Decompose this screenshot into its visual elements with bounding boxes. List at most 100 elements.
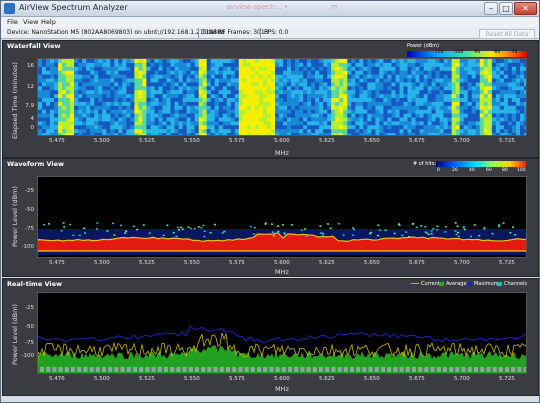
x-tick: 5.525: [139, 376, 155, 382]
maximum-trace: [38, 325, 526, 343]
x-tick: 5.550: [184, 260, 200, 266]
waterfall-cells: [38, 59, 526, 135]
legend-average-swatch: [439, 281, 444, 286]
realtime-title: Real-time View: [7, 280, 63, 288]
legend-channels: Channels: [497, 281, 527, 287]
legend-tick: 40: [469, 168, 475, 173]
background-window-text: airview-spectr... •: [226, 3, 289, 11]
waterfall-panel: Waterfall View Power (dBm) -114 -104 -94…: [2, 40, 539, 158]
x-tick: 5.700: [454, 260, 470, 266]
legend-tick: -104: [453, 50, 464, 55]
maximize-button[interactable]: □: [499, 2, 513, 15]
title-bar: AirView Spectrum Analyzer airview-spectr…: [1, 1, 539, 17]
status-divider: [198, 28, 199, 38]
device-info: Device: NanoStation M5 (802AA8069803) on…: [7, 29, 225, 36]
realtime-panel: Real-time View Current Average Maximum C…: [2, 278, 539, 396]
legend-tick: -74: [510, 50, 518, 55]
menu-bar: File View Help: [1, 17, 539, 27]
x-tick: 5.650: [364, 260, 380, 266]
total-rf-frames: Total RF Frames: 3013: [202, 29, 269, 36]
x-tick: 5.575: [229, 376, 245, 382]
x-tick: 5.700: [454, 138, 470, 144]
x-tick: 5.475: [49, 260, 65, 266]
x-tick: 5.700: [454, 376, 470, 382]
x-tick: 5.525: [139, 138, 155, 144]
y-tick: 12: [27, 84, 34, 90]
x-tick: 5.725: [499, 260, 515, 266]
y-tick: -25: [25, 305, 34, 311]
legend-current-swatch: [411, 283, 419, 284]
x-tick: 5.575: [229, 260, 245, 266]
x-tick: 5.675: [409, 260, 425, 266]
waveform-density: [38, 222, 526, 255]
waterfall-x-axis-label: MHz: [275, 149, 289, 157]
x-tick: 5.500: [94, 376, 110, 382]
close-button[interactable]: ✕: [514, 2, 537, 15]
minimize-button[interactable]: –: [484, 2, 498, 15]
x-tick: 5.500: [94, 260, 110, 266]
x-tick: 5.725: [499, 376, 515, 382]
realtime-plot[interactable]: [37, 292, 527, 374]
menu-file[interactable]: File: [7, 18, 18, 26]
legend-channels-swatch: [497, 281, 502, 286]
status-bar: Device: NanoStation M5 (802AA8069803) on…: [1, 27, 539, 39]
legend-average: Average: [439, 281, 467, 287]
x-tick: 5.725: [499, 138, 515, 144]
app-window: AirView Spectrum Analyzer airview-spectr…: [0, 0, 540, 403]
y-tick: 16: [27, 63, 34, 69]
legend-current: Current: [411, 281, 440, 287]
legend-maximum-swatch: [467, 281, 472, 286]
background-window-text-2: m: [331, 3, 338, 11]
waterfall-heatmap: [38, 59, 526, 135]
waveform-y-axis-label: Power Level (dBm): [11, 186, 19, 247]
y-tick: 0: [30, 125, 35, 131]
x-tick: 5.550: [184, 376, 200, 382]
x-tick: 5.575: [229, 138, 245, 144]
waveform-title: Waveform View: [7, 160, 65, 168]
x-tick: 5.625: [319, 260, 335, 266]
reset-all-data-button[interactable]: Reset All Data: [479, 29, 535, 39]
waveform-plot[interactable]: [37, 176, 527, 258]
legend-maximum: Maximum: [467, 281, 499, 287]
legend-tick: 100: [517, 168, 526, 173]
waterfall-legend-title: Power (dBm): [407, 43, 440, 49]
menu-view[interactable]: View: [23, 18, 38, 26]
x-tick: 5.600: [274, 260, 290, 266]
legend-tick: 60: [486, 168, 492, 173]
x-tick: 5.550: [184, 138, 200, 144]
waterfall-plot[interactable]: [37, 58, 527, 136]
x-tick: 5.600: [274, 376, 290, 382]
y-tick: -75: [25, 226, 34, 232]
waterfall-title: Waterfall View: [7, 42, 61, 50]
y-tick: 7.9: [25, 103, 34, 109]
waveform-color-scale: [436, 161, 526, 167]
y-tick: 4: [30, 116, 35, 122]
x-tick: 5.675: [409, 138, 425, 144]
y-tick: -100: [21, 244, 34, 250]
y-tick: -50: [25, 324, 34, 330]
legend-tick: 20: [452, 168, 458, 173]
app-icon: [4, 3, 15, 14]
legend-tick: 0: [437, 168, 440, 173]
waveform-band: [38, 229, 526, 255]
x-tick: 5.650: [364, 376, 380, 382]
y-tick: -75: [25, 340, 34, 346]
y-tick: -25: [25, 188, 34, 194]
waveform-panel: Waveform View # of hits: 0 20 40 60 80 1…: [2, 158, 539, 277]
legend-tick: -94: [473, 50, 481, 55]
status-divider: [260, 28, 261, 38]
x-tick: 5.675: [409, 376, 425, 382]
x-tick: 5.600: [274, 138, 290, 144]
legend-tick: -114: [433, 50, 444, 55]
legend-tick: -84: [493, 50, 501, 55]
x-tick: 5.500: [94, 138, 110, 144]
menu-help[interactable]: Help: [41, 18, 56, 26]
realtime-spectrum: [38, 325, 526, 373]
x-tick: 5.625: [319, 376, 335, 382]
realtime-x-axis-label: MHz: [275, 385, 289, 393]
x-tick: 5.625: [319, 138, 335, 144]
waveform-x-axis-label: MHz: [275, 268, 289, 276]
y-tick: -100: [21, 353, 34, 359]
waveform-legend-title: # of hits:: [413, 161, 436, 167]
x-tick: 5.525: [139, 260, 155, 266]
